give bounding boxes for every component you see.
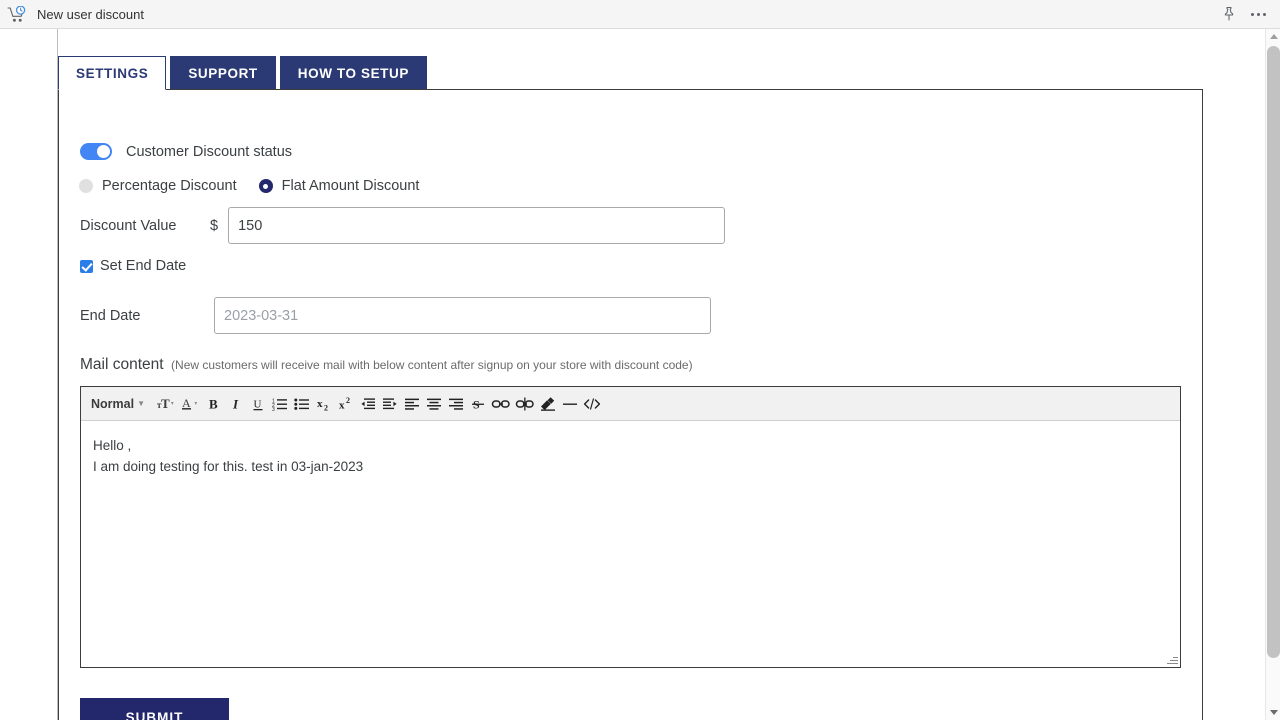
radio-percentage-discount-label: Percentage Discount	[102, 178, 237, 194]
radio-percentage-discount-icon	[79, 179, 93, 193]
set-end-date-label: Set End Date	[100, 258, 187, 274]
svg-text:I: I	[232, 396, 239, 411]
tab-settings[interactable]: SETTINGS	[58, 56, 167, 90]
mail-body-line-1: Hello ,	[93, 438, 132, 453]
discount-type-radio-group: Percentage Discount Flat Amount Discount	[79, 178, 419, 194]
mail-content-editable[interactable]: Hello , I am doing testing for this. tes…	[81, 421, 1180, 667]
window-title-bar: New user discount	[0, 0, 1280, 29]
tab-support-label: SUPPORT	[188, 65, 258, 81]
set-end-date-checkbox[interactable]	[80, 259, 93, 273]
more-options-icon[interactable]	[1251, 6, 1266, 22]
svg-text:T: T	[161, 396, 170, 411]
svg-text:x: x	[317, 398, 323, 410]
unlink-icon[interactable]	[513, 391, 537, 417]
customer-discount-status-label: Customer Discount status	[126, 143, 293, 160]
font-size-icon[interactable]: тT	[155, 391, 179, 417]
settings-panel: Customer Discount status Percentage Disc…	[58, 89, 1203, 720]
pin-icon[interactable]	[1221, 6, 1237, 22]
mail-content-editor: Normal ▼ тT A B I U 1 2 3 x 2 x 2 Hello …	[80, 386, 1181, 668]
svg-text:2: 2	[346, 396, 350, 405]
end-date-input[interactable]	[214, 297, 711, 334]
shopping-cart-icon	[7, 4, 27, 24]
svg-text:U: U	[253, 398, 261, 410]
align-right-icon[interactable]	[445, 391, 467, 417]
underline-icon[interactable]: U	[247, 391, 269, 417]
tab-support[interactable]: SUPPORT	[170, 56, 276, 90]
tab-bar: SETTINGS SUPPORT HOW TO SETUP	[58, 56, 427, 90]
currency-symbol: $	[210, 217, 219, 234]
svg-text:2: 2	[324, 403, 328, 412]
end-date-row: End Date	[80, 297, 711, 334]
end-date-label: End Date	[80, 307, 141, 324]
discount-value-row: Discount Value $	[80, 207, 726, 244]
subscript-icon[interactable]: x2	[313, 391, 335, 417]
align-center-icon[interactable]	[423, 391, 445, 417]
mail-body-line-2: I am doing testing for this. test in 03-…	[93, 459, 364, 474]
window-title-bar-actions	[1221, 6, 1266, 22]
mail-content-label-row: Mail content (New customers will receive…	[80, 356, 693, 374]
indent-decrease-icon[interactable]	[357, 391, 379, 417]
text-color-icon[interactable]: A	[179, 391, 203, 417]
editor-toolbar: Normal ▼ тT A B I U 1 2 3 x 2 x 2	[81, 387, 1180, 421]
submit-button[interactable]: SUBMIT	[80, 698, 229, 720]
strikethrough-icon[interactable]: S	[467, 391, 489, 417]
svg-text:3: 3	[272, 407, 275, 412]
ordered-list-icon[interactable]: 123	[269, 391, 291, 417]
bold-icon[interactable]: B	[203, 391, 225, 417]
chevron-down-icon: ▼	[137, 399, 145, 408]
radio-flat-amount-discount-icon	[258, 179, 273, 193]
scroll-up-arrow-icon[interactable]	[1266, 29, 1280, 44]
scroll-down-arrow-icon[interactable]	[1266, 705, 1280, 720]
superscript-icon[interactable]: x2	[335, 391, 357, 417]
code-block-icon[interactable]	[581, 391, 603, 417]
customer-discount-status-row: Customer Discount status	[80, 143, 292, 160]
radio-percentage-discount[interactable]: Percentage Discount	[79, 178, 237, 194]
tab-settings-label: SETTINGS	[76, 65, 149, 81]
link-icon[interactable]	[489, 391, 513, 417]
svg-text:A: A	[182, 396, 191, 410]
tab-how-to-setup-label: HOW TO SETUP	[297, 65, 409, 81]
format-select[interactable]: Normal ▼	[89, 391, 149, 417]
discount-value-input[interactable]	[228, 207, 726, 244]
format-select-value: Normal	[91, 396, 135, 411]
clear-format-icon[interactable]	[537, 391, 559, 417]
svg-text:x: x	[339, 399, 345, 411]
bullet-list-icon[interactable]	[291, 391, 313, 417]
indent-increase-icon[interactable]	[379, 391, 401, 417]
radio-flat-amount-discount[interactable]: Flat Amount Discount	[258, 178, 420, 194]
customer-discount-status-toggle[interactable]	[80, 143, 112, 160]
horizontal-rule-icon[interactable]	[559, 391, 581, 417]
radio-flat-amount-discount-label: Flat Amount Discount	[281, 178, 420, 194]
svg-text:B: B	[209, 396, 218, 411]
discount-value-label: Discount Value	[80, 217, 177, 234]
align-left-icon[interactable]	[401, 391, 423, 417]
toggle-knob	[97, 145, 110, 158]
vertical-scrollbar[interactable]	[1265, 29, 1280, 720]
set-end-date-row[interactable]: Set End Date	[80, 258, 186, 274]
editor-resize-handle[interactable]	[1166, 653, 1179, 666]
tab-how-to-setup[interactable]: HOW TO SETUP	[279, 56, 427, 90]
page-content: SETTINGS SUPPORT HOW TO SETUP Customer D…	[0, 29, 1265, 720]
scrollbar-thumb[interactable]	[1267, 46, 1280, 658]
italic-icon[interactable]: I	[225, 391, 247, 417]
window-title: New user discount	[37, 6, 144, 22]
mail-content-label: Mail content	[80, 356, 164, 373]
mail-content-hint: (New customers will receive mail with be…	[171, 358, 693, 372]
